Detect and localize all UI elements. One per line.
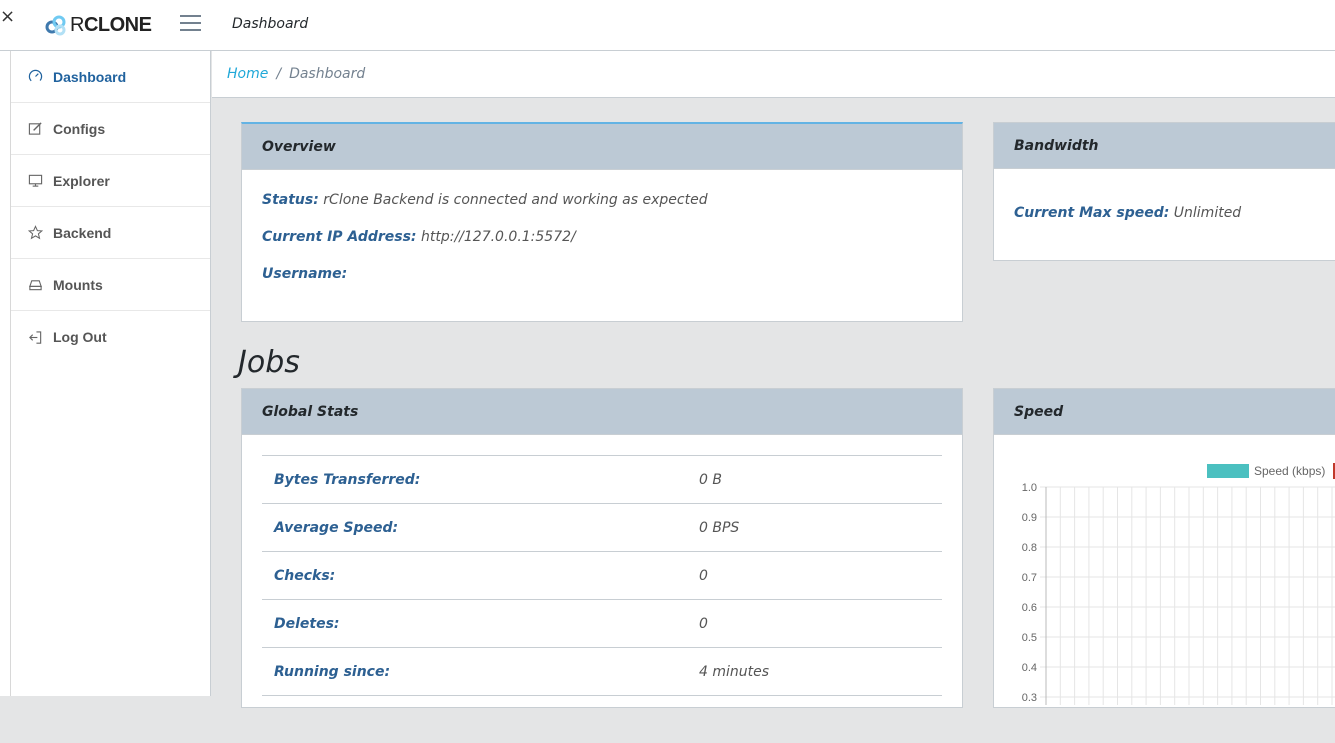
sidebar-item-explorer[interactable]: Explorer xyxy=(11,155,210,207)
breadcrumb-home-link[interactable]: Home xyxy=(227,66,268,82)
stat-label-empty xyxy=(262,696,687,743)
overview-card-header: Overview xyxy=(242,124,962,170)
chart-legend-swatch xyxy=(1207,464,1249,478)
stat-label: Running since: xyxy=(262,648,687,696)
speedometer-icon xyxy=(27,69,43,85)
sidebar-item-mounts[interactable]: Mounts xyxy=(11,259,210,311)
hamburger-icon-bar xyxy=(180,22,201,24)
hamburger-icon-bar xyxy=(180,15,201,17)
top-navbar: × RCLONE Dashboard xyxy=(0,0,1335,51)
breadcrumb: Home / Dashboard xyxy=(212,51,1335,98)
pencil-square-icon xyxy=(27,121,43,137)
stat-value: 0 xyxy=(687,552,942,600)
status-row: Status: rClone Backend is connected and … xyxy=(262,192,708,208)
rclone-logo-icon xyxy=(44,13,68,37)
status-value: rClone Backend is connected and working … xyxy=(323,192,707,208)
stat-value: 0 BPS xyxy=(687,504,942,552)
monitor-icon xyxy=(27,173,43,189)
chart-y-tick-label: 0.8 xyxy=(1022,542,1037,554)
sidebar-item-label: Explorer xyxy=(53,173,110,189)
status-label: Status: xyxy=(262,192,319,208)
stat-value: 0 xyxy=(687,600,942,648)
global-stats-card: Global Stats Bytes Transferred: 0 B Aver… xyxy=(241,388,963,708)
table-row: Checks: 0 xyxy=(262,552,942,600)
ip-address-label: Current IP Address: xyxy=(262,229,417,245)
bandwidth-card-header: Bandwidth xyxy=(994,123,1335,169)
max-speed-value: Unlimited xyxy=(1174,205,1241,221)
chart-y-tick-label: 0.4 xyxy=(1022,662,1037,674)
overview-card: Overview Status: rClone Backend is conne… xyxy=(241,122,963,322)
chart-y-tick-label: 1.0 xyxy=(1022,482,1037,494)
global-stats-card-header: Global Stats xyxy=(242,389,962,435)
table-row: Deletes: 0 xyxy=(262,600,942,648)
window-edge xyxy=(0,0,11,696)
stat-value: 0 B xyxy=(687,456,942,504)
logout-icon xyxy=(27,329,43,345)
stat-value: 4 minutes xyxy=(687,648,942,696)
stat-label: Checks: xyxy=(262,552,687,600)
close-icon[interactable]: × xyxy=(0,8,15,26)
sidebar-item-dashboard[interactable]: Dashboard xyxy=(11,51,210,103)
speed-card: Speed 1.0 0.9 0.8 0.7 0.6 0.5 0.4 0.3 Speed (kbp… xyxy=(993,388,1335,708)
drive-icon xyxy=(27,277,43,293)
sidebar-item-backend[interactable]: Backend xyxy=(11,207,210,259)
max-speed-label: Current Max speed: xyxy=(1014,205,1169,221)
chart-y-tick-label: 0.7 xyxy=(1022,572,1037,584)
ip-address-row: Current IP Address: http://127.0.0.1:557… xyxy=(262,229,576,245)
stat-label: Deletes: xyxy=(262,600,687,648)
breadcrumb-current: Dashboard xyxy=(289,66,365,82)
jobs-heading: Jobs xyxy=(238,345,300,380)
speed-card-header: Speed xyxy=(994,389,1335,435)
speed-chart: 1.0 0.9 0.8 0.7 0.6 0.5 0.4 0.3 Speed (kbps) xyxy=(994,435,1335,705)
username-row: Username: xyxy=(262,266,347,282)
username-label: Username: xyxy=(262,266,347,282)
sidebar-item-logout[interactable]: Log Out xyxy=(11,311,210,363)
chart-y-tick-label: 0.5 xyxy=(1022,632,1037,644)
global-stats-table: Bytes Transferred: 0 B Average Speed: 0 … xyxy=(262,455,942,743)
sidebar: Dashboard Configs Explorer Backend Mount… xyxy=(11,51,211,696)
chart-y-tick-label: 0.6 xyxy=(1022,602,1037,614)
table-row: Bytes Transferred: 0 B xyxy=(262,456,942,504)
star-icon xyxy=(27,225,43,241)
sidebar-item-label: Backend xyxy=(53,225,111,241)
brand-logo[interactable]: RCLONE xyxy=(44,13,151,37)
bandwidth-card: Bandwidth Current Max speed: Unlimited xyxy=(993,122,1335,261)
chart-y-tick-label: 0.3 xyxy=(1022,692,1037,704)
brand-name: RCLONE xyxy=(70,14,151,37)
max-speed-row: Current Max speed: Unlimited xyxy=(1014,205,1241,221)
stat-label: Bytes Transferred: xyxy=(262,456,687,504)
brand-name-rest: CLONE xyxy=(84,14,152,36)
chart-legend-label: Speed (kbps) xyxy=(1254,464,1325,478)
stat-label: Average Speed: xyxy=(262,504,687,552)
ip-address-value: http://127.0.0.1:5572/ xyxy=(421,229,576,245)
table-row xyxy=(262,696,942,743)
sidebar-toggle-button[interactable] xyxy=(180,15,201,33)
header-page-title: Dashboard xyxy=(232,16,308,32)
table-row: Average Speed: 0 BPS xyxy=(262,504,942,552)
brand-name-prefix: R xyxy=(70,14,84,36)
chart-y-tick-label: 0.9 xyxy=(1022,512,1037,524)
hamburger-icon-bar xyxy=(180,29,201,31)
stat-value-empty xyxy=(687,696,942,743)
sidebar-item-label: Configs xyxy=(53,121,105,137)
sidebar-item-label: Mounts xyxy=(53,277,103,293)
sidebar-item-configs[interactable]: Configs xyxy=(11,103,210,155)
table-row: Running since: 4 minutes xyxy=(262,648,942,696)
breadcrumb-separator: / xyxy=(276,66,281,82)
sidebar-item-label: Dashboard xyxy=(53,69,126,85)
sidebar-item-label: Log Out xyxy=(53,329,107,345)
